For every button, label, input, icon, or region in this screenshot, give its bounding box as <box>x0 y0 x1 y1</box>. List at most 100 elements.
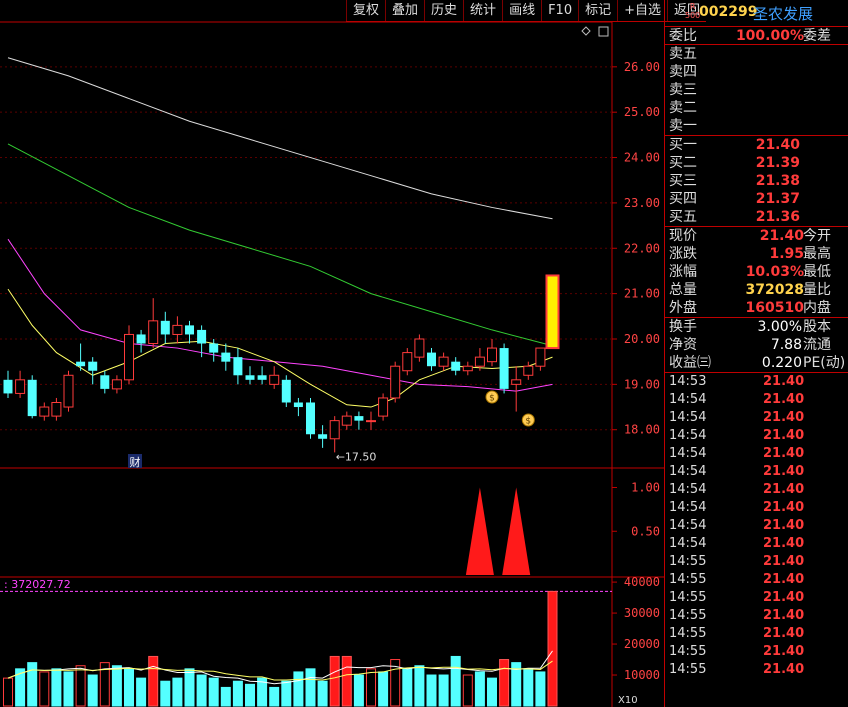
volume-bar[interactable] <box>232 680 243 707</box>
volume-bar[interactable] <box>281 680 292 707</box>
volume-bar[interactable] <box>293 671 304 707</box>
candle[interactable] <box>269 366 280 389</box>
volume-bar[interactable] <box>547 590 558 707</box>
volume-bar[interactable] <box>63 671 74 707</box>
buy-level[interactable]: 买三 21.38 <box>665 172 848 190</box>
volume-bar[interactable] <box>184 668 195 707</box>
candle[interactable] <box>545 274 560 350</box>
toolbar-button-7[interactable]: +自选 <box>617 0 667 21</box>
candle[interactable] <box>233 348 243 385</box>
buy-level[interactable]: 买二 21.39 <box>665 154 848 172</box>
stock-name[interactable]: 圣农发展 <box>753 3 813 24</box>
volume-bar[interactable] <box>305 668 316 707</box>
candle[interactable] <box>160 311 170 344</box>
volume-bar[interactable] <box>353 674 364 707</box>
tick-list[interactable]: 14:53 21.40 14:54 21.40 14:54 21.40 14:54 21.40… <box>665 373 848 679</box>
candle[interactable] <box>27 375 37 419</box>
candle[interactable] <box>111 375 122 394</box>
volume-bar[interactable] <box>148 655 159 707</box>
volume-bar[interactable] <box>75 665 86 707</box>
volume-bar[interactable] <box>51 668 62 707</box>
toolbar-button-0[interactable]: 复权 <box>346 0 385 21</box>
volume-bar[interactable] <box>487 677 497 707</box>
candle[interactable] <box>15 370 26 398</box>
volume-bar[interactable] <box>220 686 231 707</box>
volume-bar[interactable] <box>27 662 38 707</box>
candle[interactable] <box>414 334 425 362</box>
candle[interactable] <box>523 361 534 380</box>
volume-bar[interactable] <box>111 665 122 707</box>
finance-badge[interactable]: 财 <box>130 455 141 469</box>
toolbar-button-6[interactable]: 标记 <box>578 0 617 21</box>
candle[interactable] <box>366 411 376 430</box>
candle[interactable] <box>293 397 303 417</box>
money-bag-icon[interactable]: $ <box>485 390 499 404</box>
candle[interactable] <box>100 370 110 394</box>
candle[interactable] <box>281 375 291 408</box>
volume-bar[interactable] <box>124 668 134 707</box>
kline-chart-area[interactable]: 26.00 25.00 24.00 23.00 22.00 21.00 20.00 19.00… <box>0 0 664 707</box>
candle[interactable] <box>76 343 86 371</box>
toolbar-button-1[interactable]: 叠加 <box>385 0 424 21</box>
toolbar-button-4[interactable]: 画线 <box>502 0 541 21</box>
volume-bar[interactable] <box>317 680 328 707</box>
volume-bar[interactable] <box>3 677 13 707</box>
candle[interactable] <box>341 411 352 430</box>
volume-bar[interactable] <box>245 683 255 707</box>
volume-bar[interactable] <box>474 671 485 707</box>
candle[interactable] <box>257 366 267 385</box>
volume-bar[interactable] <box>414 665 425 707</box>
volume-bar[interactable] <box>269 686 280 707</box>
money-bag-icon[interactable]: $ <box>521 413 535 427</box>
volume-bar[interactable] <box>208 677 219 707</box>
buy-level[interactable]: 买五 21.36 <box>665 208 848 226</box>
volume-bar[interactable] <box>366 668 376 707</box>
candle[interactable] <box>88 357 98 385</box>
candle[interactable] <box>487 338 497 367</box>
candle[interactable] <box>3 370 13 398</box>
sell-level[interactable]: 卖二 <box>665 99 848 117</box>
candle[interactable] <box>136 329 146 353</box>
candle[interactable] <box>402 348 413 376</box>
candle[interactable] <box>535 347 546 371</box>
candle[interactable] <box>306 397 315 439</box>
candle[interactable] <box>354 411 364 430</box>
volume-bar[interactable] <box>450 655 461 707</box>
candle[interactable] <box>451 357 461 376</box>
candle[interactable] <box>427 348 436 371</box>
candle[interactable] <box>378 393 389 421</box>
volume-bar[interactable] <box>160 680 171 707</box>
candle[interactable] <box>209 338 219 362</box>
candle[interactable] <box>221 343 231 371</box>
volume-bar[interactable] <box>136 677 147 707</box>
buy-level[interactable]: 买四 21.37 <box>665 190 848 208</box>
volume-bar[interactable] <box>499 659 510 707</box>
candle[interactable] <box>51 397 62 421</box>
volume-bar[interactable] <box>438 674 449 707</box>
candle[interactable] <box>390 361 401 403</box>
candle[interactable] <box>438 352 449 371</box>
buy-level[interactable]: 买一 21.40 <box>665 136 848 154</box>
volume-bar[interactable] <box>462 674 473 707</box>
window-toggle-icon[interactable] <box>598 26 609 37</box>
toolbar-button-5[interactable]: F10 <box>541 0 578 21</box>
sell-level[interactable]: 卖五 <box>665 45 848 63</box>
volume-bar[interactable] <box>523 668 534 707</box>
candle[interactable] <box>329 416 340 453</box>
candle[interactable] <box>462 361 473 376</box>
volume-bar[interactable] <box>196 674 207 707</box>
candle[interactable] <box>499 343 509 394</box>
volume-bar[interactable] <box>378 671 389 707</box>
diamond-icon[interactable] <box>581 26 591 36</box>
sell-level[interactable]: 卖一 <box>665 117 848 135</box>
volume-bar[interactable] <box>172 677 183 707</box>
volume-bar[interactable] <box>426 674 437 707</box>
candle[interactable] <box>39 402 50 421</box>
volume-bar[interactable] <box>341 655 352 707</box>
candle[interactable] <box>124 325 134 385</box>
sell-level[interactable]: 卖四 <box>665 63 848 81</box>
toolbar-button-2[interactable]: 历史 <box>424 0 463 21</box>
volume-bar[interactable] <box>39 671 50 707</box>
candle[interactable] <box>63 370 74 412</box>
toolbar-button-3[interactable]: 统计 <box>463 0 502 21</box>
